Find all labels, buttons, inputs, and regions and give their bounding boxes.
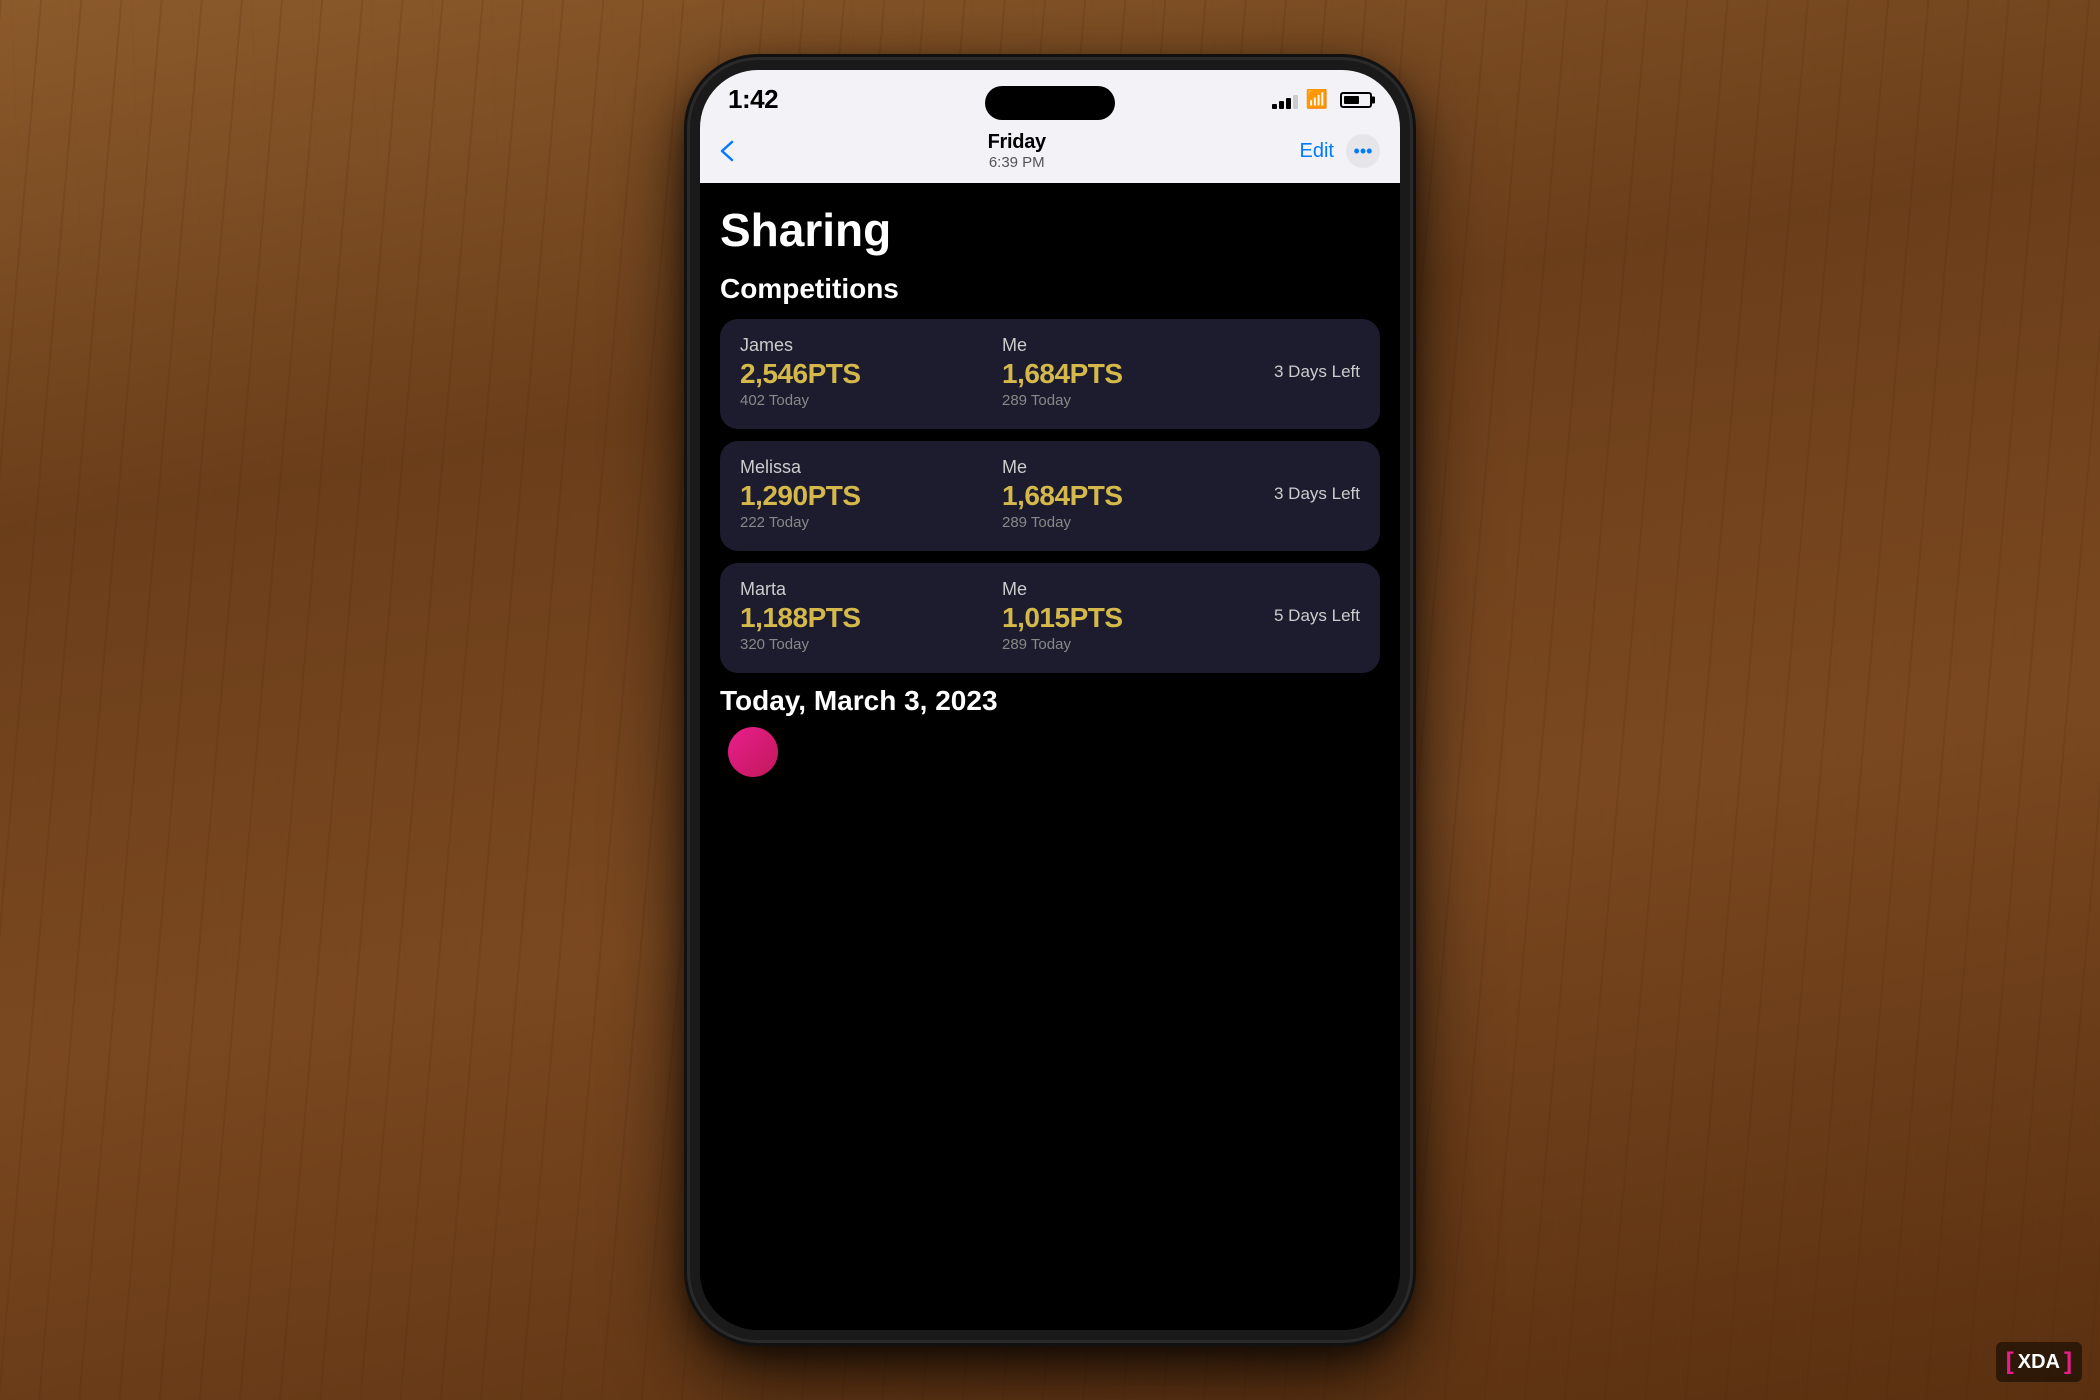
days-left-1: 3 Days Left — [1274, 362, 1360, 382]
opponent-today-2: 222 Today — [740, 514, 1002, 531]
xda-watermark: [ XDA ] — [1996, 1342, 2082, 1382]
me-today-2: 289 Today — [1002, 514, 1264, 531]
me-label-2: Me — [1002, 457, 1264, 478]
nav-right-actions: Edit ••• — [1300, 134, 1380, 168]
competition-card-1[interactable]: James 2,546PTS 402 Today Me 1,684PTS 289… — [720, 319, 1380, 429]
opponent-col-2: Melissa 1,290PTS 222 Today — [740, 457, 1002, 531]
me-col-1: Me 1,684PTS 289 Today — [1002, 335, 1264, 409]
days-left-col-3: 5 Days Left — [1264, 579, 1360, 653]
status-icons: 📶 — [1272, 89, 1372, 110]
back-button[interactable] — [720, 140, 734, 162]
today-list-peek — [720, 727, 1380, 777]
competitions-section-title: Competitions — [720, 273, 1380, 305]
opponent-today-3: 320 Today — [740, 636, 1002, 653]
xda-label: XDA — [2018, 1351, 2060, 1374]
opponent-pts-2: 1,290PTS — [740, 480, 1002, 512]
signal-icon — [1272, 91, 1298, 109]
opponent-today-1: 402 Today — [740, 392, 1002, 409]
competition-card-3[interactable]: Marta 1,188PTS 320 Today Me 1,015PTS 289… — [720, 563, 1380, 673]
me-pts-2: 1,684PTS — [1002, 480, 1264, 512]
edit-button[interactable]: Edit — [1300, 140, 1334, 163]
page-title: Sharing — [720, 203, 1380, 257]
status-bar: 1:42 📶 — [700, 70, 1400, 123]
nav-subtitle: 6:39 PM — [988, 154, 1046, 171]
days-left-2: 3 Days Left — [1274, 484, 1360, 504]
me-col-2: Me 1,684PTS 289 Today — [1002, 457, 1264, 531]
phone-shell: 1:42 📶 — [690, 60, 1410, 1340]
me-today-1: 289 Today — [1002, 392, 1264, 409]
wifi-icon: 📶 — [1306, 89, 1328, 110]
opponent-pts-1: 2,546PTS — [740, 358, 1002, 390]
days-left-col-2: 3 Days Left — [1264, 457, 1360, 531]
more-button[interactable]: ••• — [1346, 134, 1380, 168]
me-today-3: 289 Today — [1002, 636, 1264, 653]
ellipsis-icon: ••• — [1354, 141, 1373, 162]
carla-avatar — [728, 727, 778, 777]
days-left-col-1: 3 Days Left — [1264, 335, 1360, 409]
today-section: Today, March 3, 2023 — [720, 685, 1380, 777]
opponent-name-1: James — [740, 335, 1002, 356]
competition-card-2[interactable]: Melissa 1,290PTS 222 Today Me 1,684PTS 2… — [720, 441, 1380, 551]
opponent-name-2: Melissa — [740, 457, 1002, 478]
opponent-col-1: James 2,546PTS 402 Today — [740, 335, 1002, 409]
today-title: Today, March 3, 2023 — [720, 685, 1380, 717]
status-time: 1:42 — [728, 84, 778, 115]
nav-center: Friday 6:39 PM — [988, 131, 1046, 171]
dynamic-island — [985, 86, 1115, 120]
days-left-3: 5 Days Left — [1274, 606, 1360, 626]
opponent-name-3: Marta — [740, 579, 1002, 600]
phone-screen: 1:42 📶 — [700, 70, 1400, 1330]
xda-bracket-right: ] — [2064, 1348, 2072, 1376]
xda-bracket-left: [ — [2006, 1348, 2014, 1376]
battery-icon — [1340, 92, 1372, 108]
opponent-pts-3: 1,188PTS — [740, 602, 1002, 634]
content-area: Sharing Competitions James 2,546PTS 402 … — [700, 183, 1400, 1330]
opponent-col-3: Marta 1,188PTS 320 Today — [740, 579, 1002, 653]
me-col-3: Me 1,015PTS 289 Today — [1002, 579, 1264, 653]
me-label-1: Me — [1002, 335, 1264, 356]
me-pts-3: 1,015PTS — [1002, 602, 1264, 634]
me-pts-1: 1,684PTS — [1002, 358, 1264, 390]
nav-title: Friday — [988, 131, 1046, 154]
me-label-3: Me — [1002, 579, 1264, 600]
navigation-bar: Friday 6:39 PM Edit ••• — [700, 123, 1400, 183]
